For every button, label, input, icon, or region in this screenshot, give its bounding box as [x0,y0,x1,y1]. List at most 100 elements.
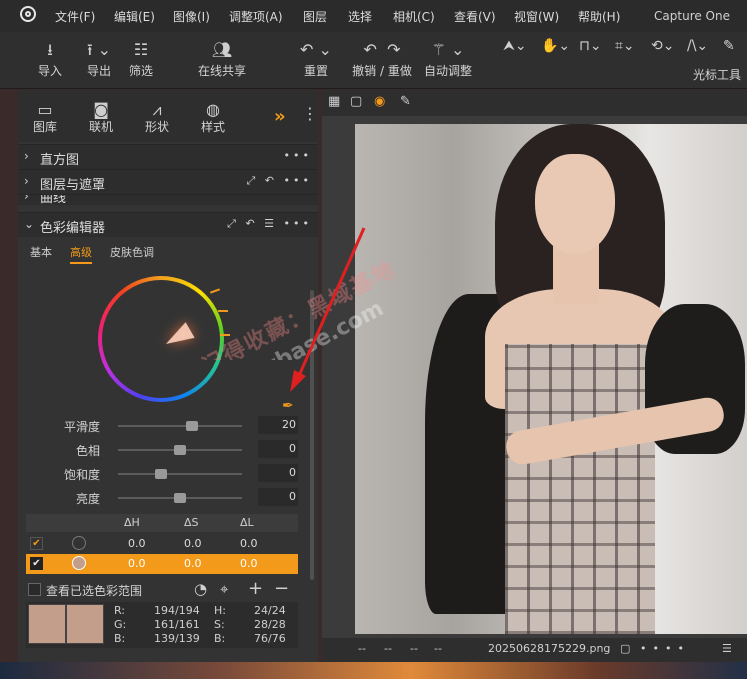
auto-adjust-button[interactable]: ⚚ ⌄ 自动调整 [422,38,474,79]
reset-button[interactable]: ↶ ⌄ 重置 [300,38,332,79]
g-value: 161/161 [154,618,200,631]
menu-file[interactable]: 文件(F) [55,8,95,25]
slider-value-field[interactable]: 20 [258,416,298,434]
dots-icon[interactable]: •••• [640,642,690,655]
tab-library[interactable]: ▭ 图库 [20,100,70,135]
g-label: G: [114,618,127,631]
keystone-icon[interactable]: /\⌄ [687,38,708,54]
add-icon[interactable]: + [248,578,263,599]
eye-icon[interactable]: ◉ [374,94,385,109]
slider-track[interactable] [118,421,242,431]
tab-basic[interactable]: 基本 [30,244,52,260]
brush-icon[interactable]: ✎ [400,94,411,109]
section-histogram-title: 直方图 [40,153,80,168]
b-label: B: [114,632,126,645]
hand-icon[interactable]: ✋⌄ [541,38,570,54]
h-value: 24/24 [254,604,286,617]
grid-view-icon[interactable]: ▦ [328,94,340,109]
rotate-icon[interactable]: ⟲⌄ [651,38,674,54]
stamp-icon[interactable]: ⊓⌄ [579,38,602,54]
photo-shape [505,344,655,634]
import-icon: ⭳ [47,40,53,59]
chevron-right-icon: › [24,174,29,188]
watermark: 记得收藏：黑域基地 Hybase.com [200,160,600,360]
tab-skin-tone[interactable]: 皮肤色调 [110,244,154,260]
export-button[interactable]: ⭱ ⌄ 导出 [82,38,116,79]
view-selected-checkbox[interactable] [28,583,41,596]
viewer-toolbar: ▦ ▢ ◉ ✎ [322,90,747,116]
menu-icon[interactable]: ☰ [722,642,732,655]
slider-saturation[interactable]: 饱和度 0 [18,464,318,484]
frame-icon[interactable]: ▢ [620,642,630,655]
brightness-value: 76/76 [254,632,286,645]
slider-knob[interactable] [174,445,186,455]
menu-camera[interactable]: 相机(C) [393,8,435,25]
slider-label: 亮度 [75,492,100,506]
picker-add-icon[interactable]: ⌖ [220,580,228,598]
menu-edit[interactable]: 编辑(E) [114,8,155,25]
slider-value-field[interactable]: 0 [258,440,298,458]
delta-s-value: 0.0 [184,557,202,570]
tab-menu-icon[interactable]: ⋮ [302,104,318,123]
tab-style-label: 样式 [200,120,225,134]
table-row-selected[interactable]: ✔ 0.0 0.0 0.0 [26,554,298,574]
slider-smoothness[interactable]: 平滑度 20 [18,416,318,436]
menu-image[interactable]: 图像(I) [173,8,210,25]
undo-redo-button[interactable]: ↶ ↷ 撤销 / 重做 [350,38,414,79]
menu-help[interactable]: 帮助(H) [578,8,620,25]
single-view-icon[interactable]: ▢ [350,94,362,109]
color-swatch[interactable] [72,536,86,550]
file-name: 20250628175229.png [488,642,611,655]
color-picker-icon[interactable]: ✒ [282,398,294,414]
enable-checkbox[interactable]: ✔ [30,557,43,570]
menu-view[interactable]: 查看(V) [454,8,496,25]
slider-value-field[interactable]: 0 [258,488,298,506]
menu-adjustments[interactable]: 调整项(A) [229,8,283,25]
slider-knob[interactable] [186,421,199,431]
chevron-right-icon: › [24,194,29,203]
view-selected-label: 查看已选色彩范围 [46,584,143,598]
remove-icon[interactable]: − [274,578,289,599]
enable-checkbox[interactable]: ✔ [30,537,43,550]
slider-label: 平滑度 [63,420,100,434]
shape-icon: ⩘ [152,100,162,119]
select-cursor-icon[interactable]: ⮝⌄ [503,38,527,54]
slider-knob[interactable] [174,493,186,503]
crop-icon[interactable]: ⌗⌄ [615,38,635,54]
camera-icon: ◙ [93,100,109,119]
delta-h-header: ΔH [124,516,140,529]
more-tabs-icon[interactable]: » [274,106,286,127]
export-label: 导出 [86,64,111,78]
import-button[interactable]: ⭳ 导入 [36,38,64,79]
brush-icon[interactable]: ✎ [723,38,735,54]
slider-track[interactable] [118,469,242,479]
slider-track[interactable] [118,445,242,455]
color-swatch[interactable] [72,556,86,570]
tab-style[interactable]: ◍ 样式 [188,100,238,135]
app-logo-icon [20,6,36,22]
tab-advanced[interactable]: 高级 [70,244,92,264]
slider-hue[interactable]: 色相 0 [18,440,318,460]
slider-lightness[interactable]: 亮度 0 [18,488,318,508]
slider-track[interactable] [118,493,242,503]
tab-tether[interactable]: ◙ 联机 [76,100,126,135]
menu-bar: 文件(F) 编辑(E) 图像(I) 调整项(A) 图层 选择 相机(C) 查看(… [0,0,747,32]
slider-value-field[interactable]: 0 [258,464,298,482]
slider-label: 饱和度 [63,468,100,482]
slider-knob[interactable] [155,469,168,479]
status-dash: -- [434,642,442,655]
h-label: H: [214,604,226,617]
r-label: R: [114,604,126,617]
table-row[interactable]: ✔ 0.0 0.0 0.0 [26,534,298,554]
share-button[interactable]: 👥︎ 在线共享 [196,38,248,79]
section-curve-title: 曲线 [40,194,67,205]
pie-icon[interactable]: ◔ [194,580,207,598]
menu-window[interactable]: 视窗(W) [514,8,559,25]
menu-layers[interactable]: 图层 [303,8,327,25]
desktop-wallpaper [0,662,747,679]
reset-label: 重置 [303,64,328,78]
filter-button[interactable]: ☷ 筛选 [126,38,156,79]
menu-select[interactable]: 选择 [348,8,372,25]
tab-shape[interactable]: ⩘ 形状 [132,100,182,135]
magic-wand-icon: ⚚ ⌄ [431,40,465,59]
